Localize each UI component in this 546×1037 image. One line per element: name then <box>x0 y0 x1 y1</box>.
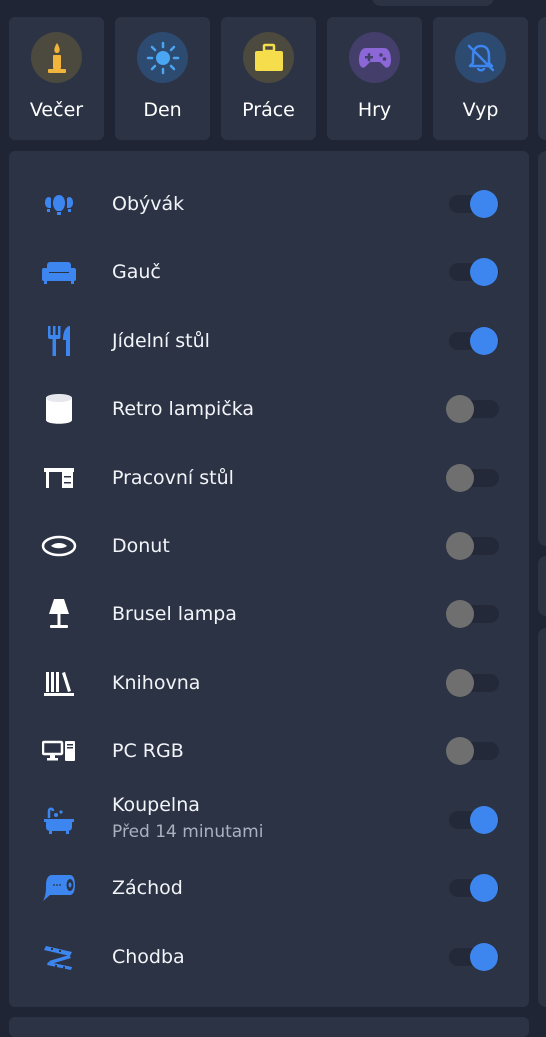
desktop-tower-icon <box>39 734 79 768</box>
light-toggle[interactable] <box>446 737 500 765</box>
scene-bar: Večer Den Práce Hry Vyp <box>9 17 529 140</box>
light-row-brusel-lampa[interactable]: Brusel lampa <box>9 584 529 644</box>
sun-icon <box>137 32 188 83</box>
light-toggle[interactable] <box>446 532 500 560</box>
light-name: Záchod <box>112 877 183 899</box>
next-card-edge <box>538 628 546 1007</box>
light-row-pracovni-stul[interactable]: Pracovní stůl <box>9 448 529 508</box>
scene-label: Večer <box>29 99 84 121</box>
light-name: Donut <box>112 535 170 557</box>
light-row-retro-lampicka[interactable]: Retro lampička <box>9 379 529 439</box>
light-name: Koupelna <box>112 794 200 816</box>
light-toggle[interactable] <box>446 806 500 834</box>
light-row-pc-rgb[interactable]: PC RGB <box>9 721 529 781</box>
scene-label: Den <box>143 99 182 121</box>
light-toggle[interactable] <box>446 874 500 902</box>
light-name: Knihovna <box>112 672 201 694</box>
light-row-donut[interactable]: Donut <box>9 516 529 576</box>
light-name: Jídelní stůl <box>112 330 210 352</box>
light-toggle[interactable] <box>446 943 500 971</box>
light-name: Chodba <box>112 946 185 968</box>
bathtub-icon <box>39 803 79 837</box>
scene-label: Vyp <box>462 99 499 121</box>
next-card-edge <box>538 556 546 616</box>
briefcase-icon <box>243 32 294 83</box>
light-toggle[interactable] <box>446 600 500 628</box>
scene-button-vecer[interactable]: Večer <box>9 17 104 140</box>
light-name: Retro lampička <box>112 398 255 420</box>
scene-button-den[interactable]: Den <box>115 17 210 140</box>
light-row-zachod[interactable]: Záchod <box>9 858 529 918</box>
light-toggle[interactable] <box>446 190 500 218</box>
lights-card: Obývák Gauč Jídelní stůl Retro lampička … <box>9 151 529 1007</box>
scene-button-hry[interactable]: Hry <box>327 17 422 140</box>
sofa-icon <box>39 255 79 289</box>
light-row-jidelni-stul[interactable]: Jídelní stůl <box>9 311 529 371</box>
desk-icon <box>39 461 79 495</box>
light-toggle[interactable] <box>446 669 500 697</box>
light-name: PC RGB <box>112 740 184 762</box>
bell-off-icon <box>455 32 506 83</box>
ceiling-lights-icon <box>39 187 79 221</box>
next-page-edge <box>538 17 546 140</box>
light-row-knihovna[interactable]: Knihovna <box>9 653 529 713</box>
top-pill <box>372 0 494 6</box>
light-toggle[interactable] <box>446 464 500 492</box>
table-lamp-icon <box>39 597 79 631</box>
bookshelf-icon <box>39 666 79 700</box>
gamepad-icon <box>349 32 400 83</box>
donut-lamp-icon <box>39 529 79 563</box>
light-toggle[interactable] <box>446 327 500 355</box>
light-name: Brusel lampa <box>112 603 237 625</box>
light-row-obyvak[interactable]: Obývák <box>9 174 529 234</box>
light-toggle[interactable] <box>446 258 500 286</box>
light-name: Gauč <box>112 261 161 283</box>
next-card <box>9 1017 529 1037</box>
cylinder-lamp-icon <box>39 392 79 426</box>
scene-label: Práce <box>242 99 295 121</box>
scene-button-prace[interactable]: Práce <box>221 17 316 140</box>
scene-button-vyp[interactable]: Vyp <box>433 17 528 140</box>
light-toggle[interactable] <box>446 395 500 423</box>
next-card-edge <box>538 151 546 546</box>
toilet-paper-icon <box>39 871 79 905</box>
led-strip-icon <box>39 940 79 974</box>
candle-icon <box>31 32 82 83</box>
light-row-chodba[interactable]: Chodba <box>9 927 529 987</box>
light-row-koupelna[interactable]: Koupelna Před 14 minutami <box>9 790 529 850</box>
last-changed-text: Před 14 minutami <box>112 822 264 842</box>
light-row-gauc[interactable]: Gauč <box>9 242 529 302</box>
scene-label: Hry <box>357 99 392 121</box>
light-name: Obývák <box>112 193 185 215</box>
light-name: Pracovní stůl <box>112 467 234 489</box>
silverware-icon <box>39 324 79 358</box>
